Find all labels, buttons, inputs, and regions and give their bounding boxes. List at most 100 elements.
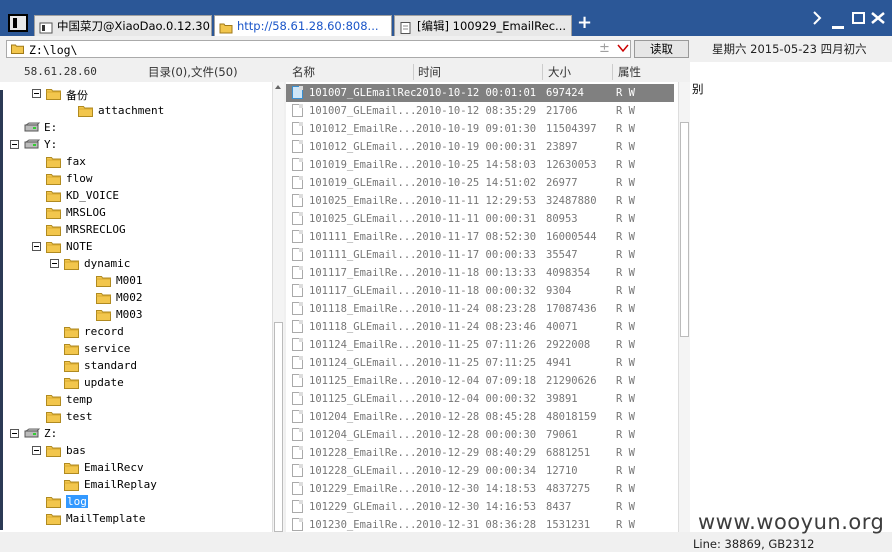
bookmark-add-icon[interactable]: ± — [599, 41, 610, 56]
file-list-scrollbar[interactable] — [678, 82, 690, 532]
file-size: 11504397 — [546, 123, 597, 135]
tree-item[interactable]: flow — [0, 171, 270, 188]
column-divider[interactable] — [612, 64, 613, 80]
minimize-icon[interactable] — [832, 20, 844, 33]
tree-item[interactable]: KD_VOICE — [0, 188, 270, 205]
tree-item-label: MRSRECLOG — [66, 223, 126, 236]
collapse-icon[interactable] — [10, 140, 19, 149]
tree-item[interactable]: MailTemplate — [0, 511, 270, 528]
tree-item[interactable]: log — [0, 494, 270, 511]
tree-item[interactable]: EmailReplay — [0, 477, 270, 494]
file-name: 101012_EmailRe... — [309, 123, 417, 135]
file-row[interactable]: 101204_EmailRe... 2010-12-28 08:45:28 4801… — [286, 408, 674, 426]
app-menu-icon[interactable] — [8, 14, 28, 32]
file-row[interactable]: 101111_GLEmail... 2010-11-17 00:00:33 3554… — [286, 246, 674, 264]
column-divider[interactable] — [542, 64, 543, 80]
tree-item[interactable]: M003 — [0, 307, 270, 324]
collapse-icon[interactable] — [32, 89, 41, 98]
tab-editor[interactable]: [编辑] 100929_EmailRec... — [394, 15, 572, 36]
file-row[interactable]: 101025_EmailRe... 2010-11-11 12:29:53 3248… — [286, 192, 674, 210]
file-row[interactable]: 101007_GLEmail... 2010-10-12 08:35:29 2170… — [286, 102, 674, 120]
new-tab-button[interactable]: + — [577, 14, 592, 32]
tree-item[interactable]: Z: — [0, 426, 270, 443]
scrollbar-thumb[interactable] — [680, 122, 689, 337]
collapse-icon[interactable] — [50, 259, 59, 268]
folder-icon — [46, 241, 61, 253]
file-icon — [292, 248, 303, 261]
tree-item[interactable]: E: — [0, 120, 270, 137]
tree-item[interactable]: test — [0, 409, 270, 426]
tree-item[interactable]: update — [0, 375, 270, 392]
chevron-down-icon[interactable] — [617, 43, 629, 56]
tree-item[interactable]: MRSLOG — [0, 205, 270, 222]
tree-item[interactable]: bas — [0, 443, 270, 460]
tab-file-manager[interactable]: http://58.61.28.60:808... — [214, 15, 392, 36]
file-size: 4098354 — [546, 267, 591, 279]
tree-item[interactable]: MRSRECLOG — [0, 222, 270, 239]
folder-icon — [64, 462, 79, 474]
file-row[interactable]: 101229_EmailRe... 2010-12-30 14:18:53 4837… — [286, 480, 674, 498]
scrollbar-thumb[interactable] — [274, 322, 283, 532]
file-row[interactable]: 101124_GLEmail... 2010-11-25 07:11:25 4941… — [286, 354, 674, 372]
file-row[interactable]: 101012_EmailRe... 2010-10-19 09:01:30 1150… — [286, 120, 674, 138]
folder-icon — [46, 88, 61, 100]
file-row[interactable]: 101125_GLEmail... 2010-12-04 00:00:32 3989… — [286, 390, 674, 408]
path-input[interactable]: Z:\log\ ± — [6, 40, 631, 58]
tree-item[interactable]: temp — [0, 392, 270, 409]
tree-item[interactable]: NOTE — [0, 239, 270, 256]
file-row[interactable]: 101012_GLEmail... 2010-10-19 00:00:31 2389… — [286, 138, 674, 156]
file-row[interactable]: 101229_GLEmail... 2010-12-30 14:16:53 8437… — [286, 498, 674, 516]
tree-item[interactable]: fax — [0, 154, 270, 171]
collapse-icon[interactable] — [10, 429, 19, 438]
file-row[interactable]: 101019_EmailRe... 2010-10-25 14:58:03 1263… — [286, 156, 674, 174]
tree-item[interactable]: service — [0, 341, 270, 358]
file-row[interactable]: 101118_GLEmail... 2010-11-24 08:23:46 4007… — [286, 318, 674, 336]
read-button[interactable]: 读取 — [634, 40, 689, 58]
file-attributes: R W — [616, 195, 635, 207]
file-row[interactable]: 101019_GLEmail... 2010-10-25 14:51:02 2697… — [286, 174, 674, 192]
tree-item[interactable]: M002 — [0, 290, 270, 307]
column-time[interactable]: 时间 — [418, 64, 441, 80]
tree-item[interactable]: Y: — [0, 137, 270, 154]
tab-home[interactable]: 中国菜刀@XiaoDao.0.12.30 — [34, 15, 212, 36]
path-value: Z:\log\ — [29, 43, 78, 57]
file-row[interactable]: 101117_EmailRe... 2010-11-18 00:13:33 4098… — [286, 264, 674, 282]
file-row[interactable]: 101124_EmailRe... 2010-11-25 07:11:26 2922… — [286, 336, 674, 354]
tree-item[interactable]: dynamic — [0, 256, 270, 273]
file-attributes: R W — [616, 357, 635, 369]
column-divider[interactable] — [413, 64, 414, 80]
directory-stats: 目录(0),文件(50) — [148, 65, 238, 79]
file-row[interactable]: 101204_GLEmail... 2010-12-28 00:00:30 7906… — [286, 426, 674, 444]
file-time: 2010-10-12 00:01:01 — [416, 87, 537, 99]
file-row[interactable]: 101230_EmailRe... 2010-12-31 08:36:28 1531… — [286, 516, 674, 532]
file-row[interactable]: 101007_GLEmailRec... 2010-10-12 00:01:01 6… — [286, 84, 674, 102]
close-icon[interactable] — [871, 12, 885, 27]
file-row[interactable]: 101111_EmailRe... 2010-11-17 08:52:30 1600… — [286, 228, 674, 246]
chevron-right-icon[interactable] — [812, 11, 822, 28]
tree-item[interactable]: M001 — [0, 273, 270, 290]
folder-icon — [64, 258, 79, 270]
tree-item[interactable]: EmailRecv — [0, 460, 270, 477]
tree-header: 58.61.28.60 目录(0),文件(50) — [0, 62, 284, 82]
file-row[interactable]: 101228_GLEmail... 2010-12-29 00:00:34 1271… — [286, 462, 674, 480]
tree-item[interactable]: attachment — [0, 103, 270, 120]
file-row[interactable]: 101228_EmailRe... 2010-12-29 08:40:29 6881… — [286, 444, 674, 462]
column-name[interactable]: 名称 — [292, 64, 315, 80]
column-attributes[interactable]: 属性 — [618, 64, 641, 80]
tree-item[interactable]: record — [0, 324, 270, 341]
tree-item[interactable]: 备份 — [0, 86, 270, 103]
collapse-icon[interactable] — [32, 242, 41, 251]
tree-scrollbar[interactable] — [272, 82, 284, 532]
file-row[interactable]: 101117_GLEmail... 2010-11-18 00:00:32 9304… — [286, 282, 674, 300]
tree-item[interactable]: standard — [0, 358, 270, 375]
file-row[interactable]: 101025_GLEmail... 2010-11-11 00:00:31 8095… — [286, 210, 674, 228]
scroll-up-icon[interactable] — [275, 85, 281, 89]
file-name: 101118_GLEmail... — [309, 321, 417, 333]
file-icon — [292, 230, 303, 243]
file-row[interactable]: 101118_EmailRe... 2010-11-24 08:23:28 1708… — [286, 300, 674, 318]
file-row[interactable]: 101125_EmailRe... 2010-12-04 07:09:18 2129… — [286, 372, 674, 390]
window-edge — [0, 90, 3, 530]
maximize-icon[interactable] — [852, 12, 865, 27]
collapse-icon[interactable] — [32, 446, 41, 455]
column-size[interactable]: 大小 — [548, 64, 571, 80]
